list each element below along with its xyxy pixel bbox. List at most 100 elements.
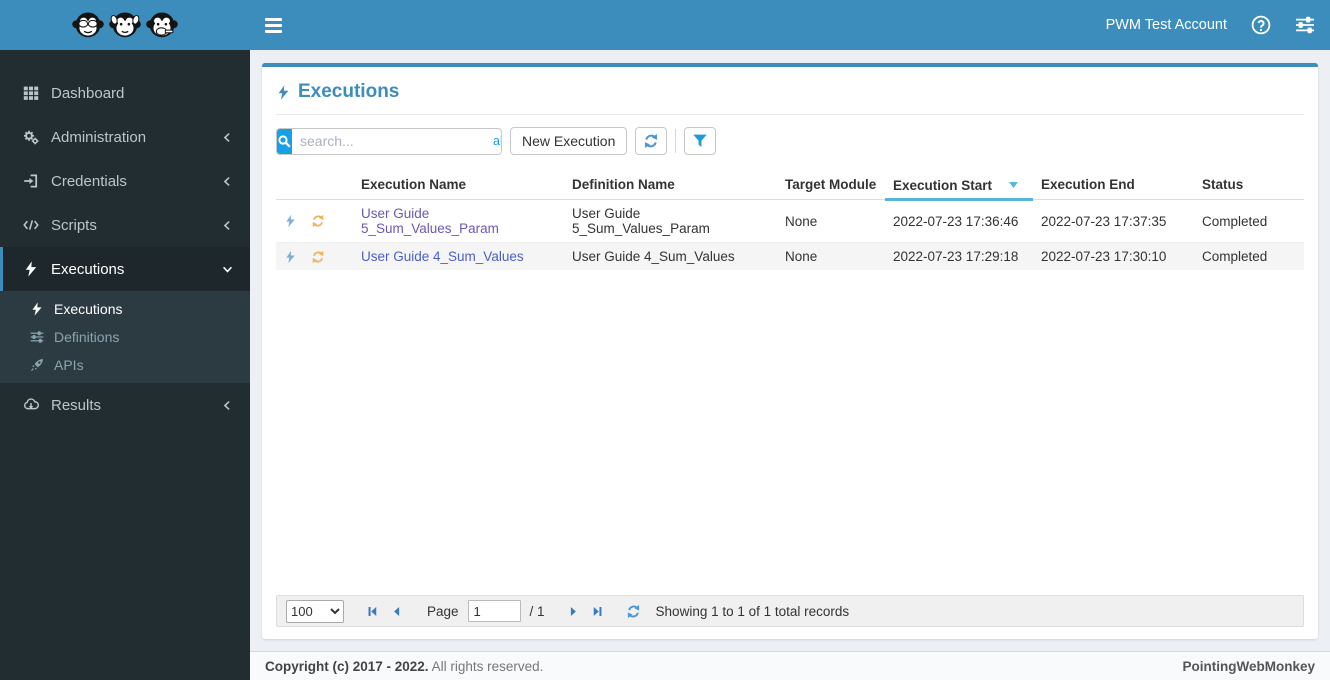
chevron-down-icon [222,265,233,272]
sort-descending-icon [1009,181,1018,189]
run-execution-icon[interactable] [284,250,297,264]
filter-button[interactable] [684,127,717,155]
top-nav: PWM Test Account [250,0,1330,50]
definition-name-cell: User Guide 4_Sum_Values [564,242,777,270]
submenu-item-label: Definitions [54,329,120,345]
records-summary: Showing 1 to 1 of 1 total records [655,603,850,619]
sidebar-toggle-button[interactable] [265,10,295,40]
column-header-status[interactable]: Status [1194,171,1304,200]
chevron-left-icon [224,220,230,230]
rerun-execution-icon[interactable] [311,249,325,264]
toolbar-divider [675,129,677,153]
page-size-select[interactable]: 100 [286,599,344,623]
submenu-item-label: APIs [54,357,84,373]
last-page-icon[interactable] [590,604,605,619]
search-group: all [276,127,502,155]
column-header-execution-end[interactable]: Execution End [1033,171,1194,200]
first-page-icon[interactable] [365,604,380,619]
help-icon[interactable] [1251,15,1271,35]
content-area: Executions all New Execution [250,50,1330,680]
submenu-item-definitions[interactable]: Definitions [0,323,250,351]
sidebar-item-dashboard[interactable]: Dashboard [0,71,250,115]
status-cell: Completed [1194,199,1304,243]
sidebar-item-label: Credentials [51,172,127,190]
actions-column-header [276,171,353,200]
sign-in-icon [23,174,38,188]
submenu-item-label: Executions [54,301,123,317]
cloud-download-icon [23,398,39,410]
bolt-icon [278,84,289,100]
target-module-cell: None [777,242,885,270]
page-label: Page [427,603,459,619]
footer: Copyright (c) 2017 - 2022. All rights re… [250,651,1330,680]
refresh-button[interactable] [635,127,668,155]
status-cell: Completed [1194,242,1304,270]
column-header-execution-start[interactable]: Execution Start [885,171,1033,201]
column-header-target-module[interactable]: Target Module [777,171,885,200]
execution-name-link[interactable]: User Guide 5_Sum_Values_Param [361,206,499,236]
definition-name-cell: User Guide 5_Sum_Values_Param [564,199,777,243]
sliders-icon [30,330,44,344]
column-header-definition-name[interactable]: Definition Name [564,171,777,200]
app-window: PWM Test Account Dashboard Administratio… [0,0,1330,680]
next-page-icon[interactable] [566,604,581,619]
executions-submenu: Executions Definitions APIs [0,291,250,383]
monkey-see-no-evil-icon [72,11,104,37]
execution-start-cell: 2022-07-23 17:36:46 [885,199,1033,243]
run-execution-icon[interactable] [284,214,297,228]
copyright-text: Copyright (c) 2017 - 2022. All rights re… [265,658,544,674]
sidebar-item-results[interactable]: Results [0,383,250,427]
page-title: Executions [276,81,1304,103]
new-execution-button[interactable]: New Execution [510,127,628,155]
monkey-pointing-icon [146,11,178,37]
execution-name-link[interactable]: User Guide 4_Sum_Values [361,249,524,264]
submenu-item-executions[interactable]: Executions [0,295,250,323]
brand-name: PointingWebMonkey [1182,658,1315,674]
filter-icon [693,134,708,147]
cogs-icon [23,129,39,145]
target-module-cell: None [777,199,885,243]
rocket-icon [30,358,44,372]
pagination-bar: 100 Page / 1 Showing 1 to 1 of 1 total r… [276,595,1304,627]
toolbar: all New Execution [276,127,1304,155]
chevron-left-icon [224,176,230,186]
page-title-text: Executions [298,81,400,102]
search-icon [278,134,291,148]
search-scope-dropdown[interactable]: all [489,129,501,154]
sidebar-item-administration[interactable]: Administration [0,115,250,159]
table-row: User Guide 5_Sum_Values_Param User Guide… [276,199,1304,243]
submenu-item-apis[interactable]: APIs [0,351,250,379]
table-header-row: Execution Name Definition Name Target Mo… [276,171,1304,201]
sidebar-item-scripts[interactable]: Scripts [0,203,250,247]
sidebar-item-label: Results [51,396,102,414]
account-name[interactable]: PWM Test Account [1106,17,1227,33]
app-logo[interactable] [0,0,250,50]
sidebar-item-executions[interactable]: Executions [0,247,250,291]
search-scope-value: all [493,134,501,148]
grid-icon [23,86,39,100]
top-bar: PWM Test Account [0,0,1330,50]
bolt-icon [32,302,42,316]
bolt-icon [25,261,37,277]
settings-sliders-icon[interactable] [1295,15,1315,35]
refresh-icon[interactable] [626,603,641,619]
chevron-left-icon [224,132,230,142]
nav-right: PWM Test Account [1106,15,1315,35]
chevron-left-icon [224,400,230,410]
page-number-input[interactable] [467,600,521,622]
title-divider [276,114,1304,115]
column-header-execution-name[interactable]: Execution Name [353,171,564,200]
execution-end-cell: 2022-07-23 17:37:35 [1033,199,1194,243]
sidebar-item-label: Dashboard [51,84,125,102]
sidebar: Dashboard Administration Credentials Scr… [0,50,250,680]
total-pages: / 1 [529,603,545,619]
executions-table: Execution Name Definition Name Target Mo… [276,171,1304,270]
search-input[interactable] [292,128,489,154]
table-row: User Guide 4_Sum_Values User Guide 4_Sum… [276,242,1304,270]
previous-page-icon[interactable] [389,604,404,619]
execution-end-cell: 2022-07-23 17:30:10 [1033,242,1194,270]
rerun-execution-icon[interactable] [311,214,325,228]
sidebar-item-credentials[interactable]: Credentials [0,159,250,203]
search-button[interactable] [277,128,292,154]
sidebar-item-label: Administration [51,128,147,146]
